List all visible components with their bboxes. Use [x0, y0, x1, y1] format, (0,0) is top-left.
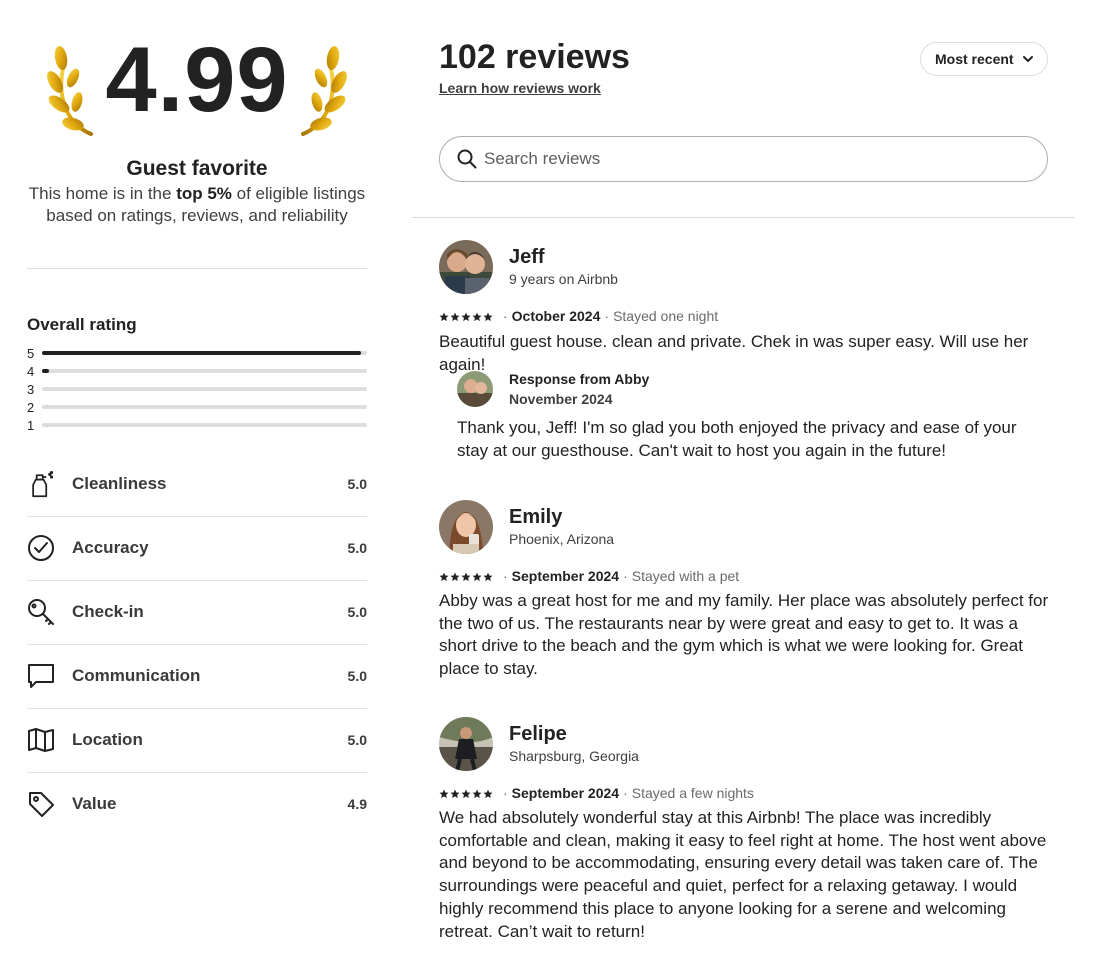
- category-check-in: Check-in 5.0: [27, 580, 367, 644]
- learn-how-reviews-work-link[interactable]: Learn how reviews work: [439, 80, 601, 96]
- category-label: Cleanliness: [72, 474, 167, 493]
- category-value: 5.0: [347, 476, 367, 492]
- key-icon: [28, 599, 54, 625]
- review-text: We had absolutely wonderful stay at this…: [439, 808, 1047, 941]
- rating-summary-panel: 4.99 Guest favorite This home is in the …: [27, 0, 367, 960]
- category-value: 4.9: [347, 796, 367, 812]
- review-item: Emily Phoenix, Arizona · September 2024 · S…: [439, 500, 1049, 690]
- rating-bar-track: [42, 351, 367, 355]
- search-icon: [457, 149, 477, 169]
- reviewer-subtitle: 9 years on Airbnb: [509, 271, 618, 287]
- search-reviews-field[interactable]: [439, 136, 1048, 182]
- rating-bar-fill: [42, 369, 49, 373]
- category-label: Value: [72, 794, 117, 813]
- five-stars-icon: [439, 572, 493, 582]
- rating-bar-label: 4: [27, 364, 35, 379]
- rating-bar-track: [42, 369, 367, 373]
- rating-bar-row: 5: [27, 346, 367, 361]
- reviewer-subtitle: Phoenix, Arizona: [509, 531, 615, 547]
- stay-info: Stayed one night: [613, 308, 719, 324]
- reviewer-name[interactable]: Jeff: [509, 246, 545, 269]
- category-value: 5.0: [347, 604, 367, 620]
- category-value: 5.0: [347, 732, 367, 748]
- overall-rating-title: Overall rating: [27, 315, 137, 334]
- laurel-right-icon: [301, 46, 347, 136]
- rating-bar-track: [42, 405, 367, 409]
- check-circle-icon: [28, 535, 54, 561]
- avatar[interactable]: [439, 500, 493, 554]
- reviewer-subtitle: Sharpsburg, Georgia: [509, 748, 639, 764]
- five-stars-icon: [439, 312, 493, 322]
- rating-bar-row: 1: [27, 418, 367, 433]
- rating-bar-fill: [42, 351, 361, 355]
- review-meta: · September 2024 · Stayed with a pet: [439, 568, 739, 584]
- divider: [27, 268, 367, 269]
- five-stars-icon: [439, 789, 493, 799]
- category-label: Communication: [72, 666, 201, 685]
- avatar[interactable]: [439, 240, 493, 294]
- stay-info: Stayed with a pet: [631, 568, 740, 584]
- spray-bottle-icon: [32, 471, 54, 498]
- guest-favorite-title: Guest favorite: [126, 157, 268, 180]
- category-accuracy: Accuracy 5.0: [27, 516, 367, 580]
- category-location: Location 5.0: [27, 708, 367, 772]
- category-cleanliness: Cleanliness 5.0: [27, 452, 367, 516]
- review-text: Beautiful guest house. clean and private…: [439, 332, 1029, 374]
- reviews-count-heading: 102 reviews: [439, 38, 630, 76]
- category-communication: Communication 5.0: [27, 644, 367, 708]
- chevron-down-icon: [1023, 56, 1033, 62]
- search-reviews-input[interactable]: [484, 137, 1034, 181]
- category-value: 5.0: [347, 668, 367, 684]
- category-value: 5.0: [347, 540, 367, 556]
- map-icon: [28, 728, 54, 752]
- rating-bar-track: [42, 387, 367, 391]
- desc-part1: This home is in the: [28, 184, 177, 203]
- sort-label: Most recent: [935, 51, 1014, 67]
- rating-bar-label: 2: [27, 400, 35, 415]
- category-value: Value 4.9: [27, 772, 367, 836]
- review-text: Abby was a great host for me and my fami…: [439, 591, 1049, 679]
- rating-bar-label: 3: [27, 382, 35, 397]
- response-date: November 2024: [509, 391, 613, 407]
- rating-bar-track: [42, 423, 367, 427]
- stay-info: Stayed a few nights: [631, 785, 754, 801]
- review-item: Felipe Sharpsburg, Georgia · September 20…: [439, 717, 1049, 957]
- review-date: September 2024: [511, 568, 620, 584]
- category-label: Accuracy: [72, 538, 149, 557]
- review-meta: · October 2024 · Stayed one night: [439, 308, 718, 324]
- reviews-panel: 102 reviews Learn how reviews work Most …: [412, 0, 1075, 960]
- review-item: Jeff 9 years on Airbnb · October 2024 · Sta…: [439, 240, 1049, 470]
- rating-bar-label: 5: [27, 346, 35, 361]
- guest-favorite-description: This home is in the top 5% of eligible l…: [27, 183, 367, 227]
- response-from: Response from Abby: [509, 371, 650, 387]
- avatar[interactable]: [439, 717, 493, 771]
- rating-bar-row: 4: [27, 364, 367, 379]
- response-text: Thank you, Jeff! I'm so glad you both en…: [457, 418, 1017, 460]
- host-avatar[interactable]: [457, 371, 493, 407]
- chat-bubble-icon: [28, 664, 54, 688]
- rating-bar-row: 2: [27, 400, 367, 415]
- rating-bar-row: 3: [27, 382, 367, 397]
- divider: [412, 217, 1075, 218]
- category-label: Check-in: [72, 602, 144, 621]
- rating-bar-label: 1: [27, 418, 35, 433]
- sort-dropdown[interactable]: Most recent: [920, 42, 1048, 76]
- reviewer-name[interactable]: Emily: [509, 506, 562, 529]
- category-label: Location: [72, 730, 143, 749]
- guest-favorite-badge: 4.99: [27, 28, 367, 148]
- review-date: September 2024: [511, 785, 620, 801]
- review-date: October 2024: [511, 308, 601, 324]
- tag-icon: [29, 792, 54, 817]
- desc-bold: top 5%: [176, 184, 232, 203]
- reviewer-name[interactable]: Felipe: [509, 723, 567, 746]
- review-meta: · September 2024 · Stayed a few nights: [439, 785, 754, 801]
